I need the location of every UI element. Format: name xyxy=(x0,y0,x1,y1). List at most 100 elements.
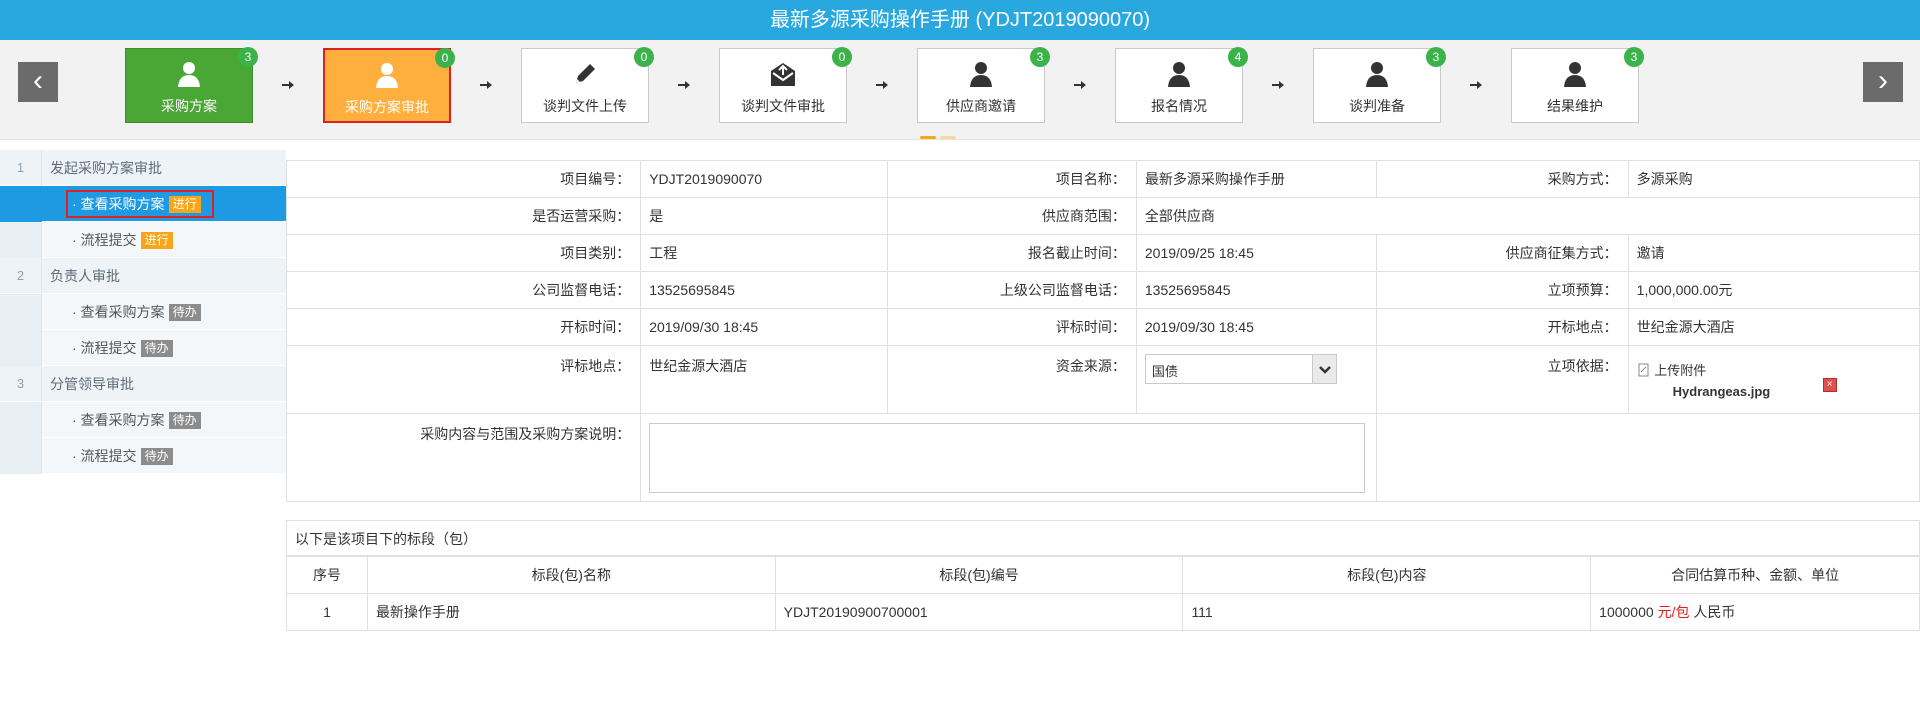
step-count-badge: 0 xyxy=(832,47,852,67)
scope-value: 全部供应商 xyxy=(1135,197,1920,235)
step-2[interactable]: 采购方案审批 0 xyxy=(323,48,455,123)
eval-time-label: 评标时间： xyxy=(887,308,1137,346)
sidebar-group: 2 负责人审批 xyxy=(0,258,286,294)
user-icon xyxy=(918,59,1044,89)
collect-label: 供应商征集方式： xyxy=(1375,234,1629,272)
sidebar-group: 3 分管领导审批 xyxy=(0,366,286,402)
fund-source-value: 国债 xyxy=(1151,364,1178,379)
sidebar-item-label: · 流程提交 xyxy=(72,448,137,464)
budget-label: 立项预算： xyxy=(1375,271,1629,309)
column-header: 序号 xyxy=(286,556,368,594)
status-tag: 待办 xyxy=(168,412,201,429)
step-count-badge: 4 xyxy=(1228,47,1248,67)
step-3[interactable]: 谈判文件上传 0 xyxy=(521,47,654,123)
user-icon xyxy=(126,59,252,89)
fund-source-select[interactable]: 国债 xyxy=(1144,354,1337,384)
open-place-label: 开标地点： xyxy=(1375,308,1629,346)
chevron-down-icon[interactable] xyxy=(1311,355,1336,383)
sidebar-group: 1 发起采购方案审批 xyxy=(0,150,286,186)
content-textarea[interactable] xyxy=(649,422,1366,493)
step-7[interactable]: 谈判准备 3 xyxy=(1313,47,1446,123)
sidebar-item[interactable]: · 查看采购方案 待办 xyxy=(0,294,286,330)
prev-arrow-button[interactable]: ‹ xyxy=(18,62,58,102)
project-name-label: 项目名称： xyxy=(887,160,1137,198)
sidebar-item[interactable]: · 查看采购方案 进行 xyxy=(0,186,286,222)
table-row: 1 最新操作手册 YDJT20190900700001 111 1000000 元/包 … xyxy=(286,593,1920,631)
step-count-badge: 3 xyxy=(238,47,258,67)
selection-highlight xyxy=(66,190,214,218)
status-tag: 待办 xyxy=(168,304,201,321)
eval-place-label: 评标地点： xyxy=(285,345,642,414)
arrow-right-icon xyxy=(677,78,691,92)
next-arrow-button[interactable]: › xyxy=(1863,62,1903,102)
sidebar-item[interactable]: · 流程提交 待办 xyxy=(0,330,286,366)
pencil-icon xyxy=(522,59,648,89)
group-title: 发起采购方案审批 xyxy=(50,160,162,176)
step-4[interactable]: 谈判文件审批 0 xyxy=(719,47,852,123)
attachment-filename[interactable]: Hydrangeas.jpg xyxy=(1673,384,1771,399)
basis-label: 立项依据： xyxy=(1375,345,1629,414)
phone-label: 公司监督电话： xyxy=(285,271,642,309)
user-icon xyxy=(1512,59,1638,89)
sidebar-item-label: · 查看采购方案 xyxy=(72,304,165,320)
eval-place-value: 世纪金源大酒店 xyxy=(640,345,889,414)
deadline-label: 报名截止时间： xyxy=(887,234,1137,272)
packages-caption: 以下是该项目下的标段（包） xyxy=(286,520,1920,556)
arrow-right-icon xyxy=(1469,78,1483,92)
eval-time-value: 2019/09/30 18:45 xyxy=(1135,308,1377,346)
project-no-value: YDJT2019090070 xyxy=(640,160,889,198)
arrow-right-icon xyxy=(281,78,295,92)
group-title: 分管领导审批 xyxy=(50,376,134,392)
step-label: 谈判准备 xyxy=(1349,98,1405,114)
packages-table: 序号 标段(包)名称 标段(包)编号 标段(包)内容 合同估算币种、金额、单位 1 最新操… xyxy=(286,556,1920,631)
upload-attachment-label: 上传附件 xyxy=(1654,362,1707,378)
sidebar-item[interactable]: · 查看采购方案 待办 xyxy=(0,402,286,438)
open-place-value: 世纪金源大酒店 xyxy=(1627,308,1920,346)
step-label: 谈判文件上传 xyxy=(543,98,627,114)
status-tag: 待办 xyxy=(140,448,173,465)
step-count-badge: 0 xyxy=(634,47,654,67)
project-name-value: 最新多源采购操作手册 xyxy=(1135,160,1377,198)
arrow-right-icon xyxy=(875,78,889,92)
step-1[interactable]: 采购方案 3 xyxy=(125,47,258,123)
package-content: 111 xyxy=(1182,593,1592,631)
row-no: 1 xyxy=(286,593,368,631)
scope-label: 供应商范围： xyxy=(887,197,1137,235)
step-8[interactable]: 结果维护 3 xyxy=(1511,47,1644,123)
method-value: 多源采购 xyxy=(1627,160,1920,198)
user-icon xyxy=(1314,59,1440,89)
category-label: 项目类别： xyxy=(285,234,642,272)
step-label: 采购方案 xyxy=(161,98,217,114)
fund-label: 资金来源： xyxy=(887,345,1137,414)
envelope-icon xyxy=(720,59,846,89)
open-time-label: 开标时间： xyxy=(285,308,642,346)
amount-unit: 元/包 xyxy=(1657,604,1690,620)
sidebar-item-label: · 流程提交 xyxy=(72,232,137,248)
arrow-right-icon xyxy=(1271,78,1285,92)
sidebar: 1 发起采购方案审批 · 查看采购方案 进行 · 流程提交 进行 2 负责人审批 · 查看采购方… xyxy=(0,150,286,474)
sidebar-item[interactable]: · 流程提交 待办 xyxy=(0,438,286,474)
sidebar-item[interactable]: · 流程提交 进行 xyxy=(0,222,286,258)
package-name: 最新操作手册 xyxy=(366,593,776,631)
parent-phone-value: 13525695845 xyxy=(1135,271,1377,309)
parent-phone-label: 上级公司监督电话： xyxy=(887,271,1137,309)
step-5[interactable]: 供应商邀请 3 xyxy=(917,47,1050,123)
arrow-right-icon xyxy=(479,78,493,92)
delete-attachment-icon[interactable]: × xyxy=(1822,377,1837,392)
step-count-badge: 0 xyxy=(435,48,455,68)
step-6[interactable]: 报名情况 4 xyxy=(1115,47,1248,123)
step-label: 采购方案审批 xyxy=(345,99,429,115)
status-tag: 待办 xyxy=(140,340,173,357)
amount-value: 1000000 xyxy=(1599,604,1654,620)
paperclip-icon xyxy=(1638,363,1649,376)
step-label: 供应商邀请 xyxy=(946,98,1016,114)
group-number: 3 xyxy=(0,366,42,402)
phone-value: 13525695845 xyxy=(640,271,889,309)
column-header: 标段(包)编号 xyxy=(774,556,1184,594)
step-label: 谈判文件审批 xyxy=(741,98,825,114)
open-time-value: 2019/09/30 18:45 xyxy=(640,308,889,346)
category-value: 工程 xyxy=(640,234,889,272)
upload-attachment-link[interactable]: 上传附件 xyxy=(1637,360,1707,379)
column-header: 标段(包)内容 xyxy=(1182,556,1592,594)
method-label: 采购方式： xyxy=(1375,160,1629,198)
